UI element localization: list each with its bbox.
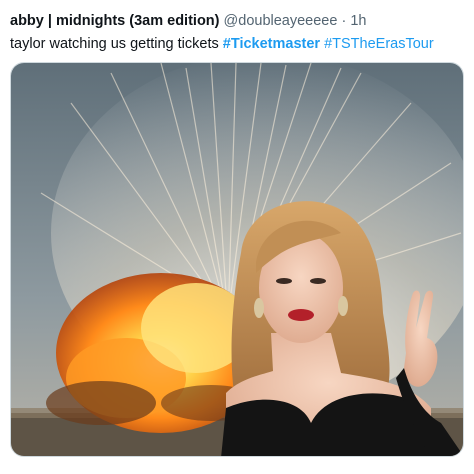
user-handle[interactable]: @doubleayeeeee: [224, 13, 338, 29]
hashtag-tstheerastour[interactable]: #TSTheErasTour: [324, 36, 434, 52]
explosion-photo: [11, 63, 463, 456]
tweet-header: abby | midnights (3am edition) @doubleay…: [10, 12, 466, 30]
tweet-media-image[interactable]: [10, 62, 464, 457]
tweet-timestamp[interactable]: 1h: [350, 13, 366, 29]
meta-separator: ·: [341, 13, 347, 29]
tweet-text: taylor watching us getting tickets #Tick…: [10, 35, 466, 53]
display-name[interactable]: abby | midnights (3am edition): [10, 13, 220, 29]
tweet-text-body: taylor watching us getting tickets: [10, 36, 223, 52]
hashtag-ticketmaster[interactable]: #Ticketmaster: [223, 36, 320, 52]
